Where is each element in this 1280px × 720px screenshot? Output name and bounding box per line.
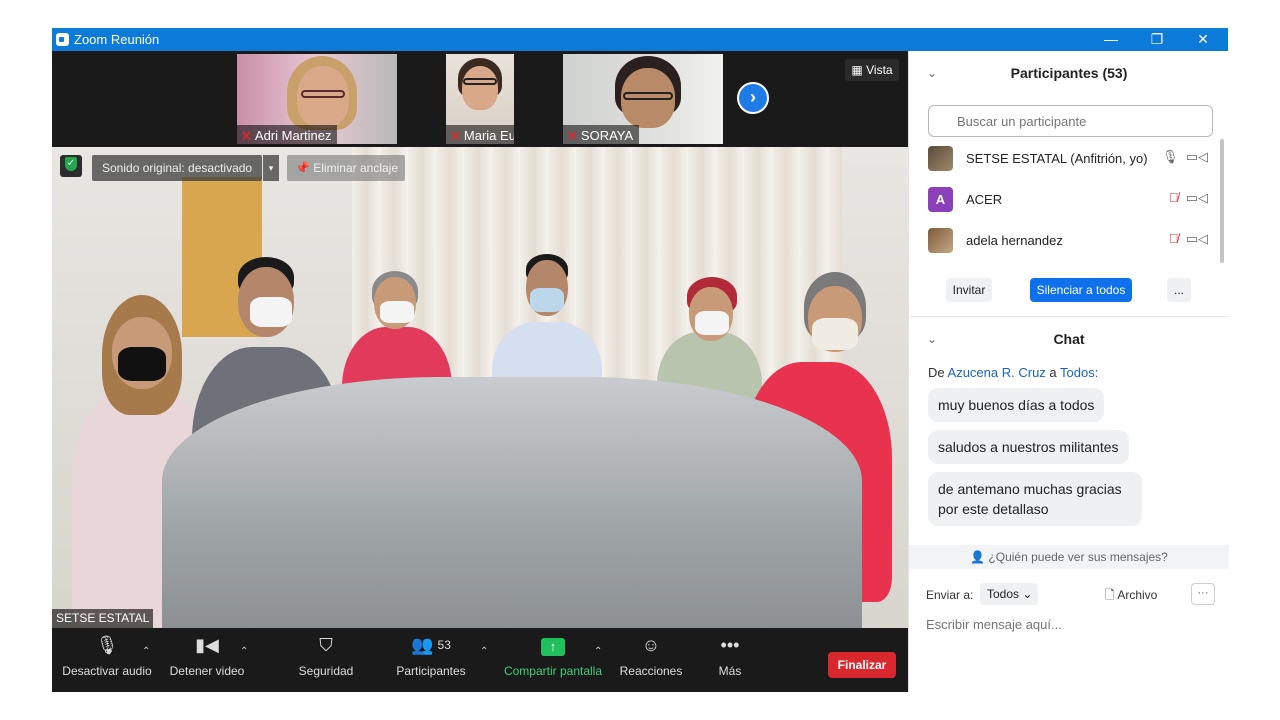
chat-sender-line: De Azucena R. Cruz a Todos: xyxy=(928,365,1099,380)
end-meeting-button[interactable]: Finalizar xyxy=(828,652,896,678)
share-options-chevron-icon[interactable]: ⌃ xyxy=(594,646,602,657)
ellipsis-icon: ••• xyxy=(720,635,740,655)
file-icon: 🗋 xyxy=(1105,588,1115,602)
divider xyxy=(909,316,1229,317)
emoji-icon: ☺ xyxy=(641,635,661,655)
main-video: Sonido original: desactivado ▾ 📌 Elimina… xyxy=(52,147,908,628)
mute-audio-button[interactable]: 🎙 Desactivar audio xyxy=(60,628,154,692)
title-bar: Zoom Reunión — ❐ ✕ xyxy=(52,28,1228,51)
participants-scrollbar[interactable] xyxy=(1220,139,1224,263)
participant-count: 53 xyxy=(437,638,451,652)
participant-thumbnail[interactable]: ⨯ SORAYA xyxy=(563,54,723,144)
restore-button[interactable]: ❐ xyxy=(1134,28,1180,51)
participant-search-input[interactable] xyxy=(928,105,1213,137)
share-screen-button[interactable]: ↑ Compartir pantalla xyxy=(500,628,606,692)
video-camera-icon: ▭◁ xyxy=(1185,190,1208,205)
participants-header[interactable]: ⌄ Participantes (53) xyxy=(909,53,1229,93)
invite-button[interactable]: Invitar xyxy=(946,278,992,302)
microphone-icon: 🎙 xyxy=(95,635,119,655)
chat-message-input[interactable] xyxy=(926,613,1216,635)
file-button[interactable]: 🗋 Archivo xyxy=(1105,586,1157,607)
avatar xyxy=(928,146,953,171)
meeting-table xyxy=(162,377,862,628)
participant-row[interactable]: adela hernandez 🎙̸ ▭◁ xyxy=(928,226,1218,254)
avatar: A xyxy=(928,187,953,212)
video-camera-icon: ▭◁ xyxy=(1185,149,1208,164)
send-to-label: Enviar a: xyxy=(926,588,974,602)
video-area: ⨯Adri Martinez ⨯Maria Eugeni... ⨯SORAYA … xyxy=(52,51,908,628)
chat-header[interactable]: ⌄ Chat xyxy=(909,319,1229,359)
more-button[interactable]: ••• Más xyxy=(708,628,752,692)
security-shield-icon[interactable] xyxy=(60,155,82,177)
mic-muted-icon: ⨯ xyxy=(450,127,461,143)
mute-all-button[interactable]: Silenciar a todos xyxy=(1030,278,1132,302)
zoom-app-icon xyxy=(56,33,69,46)
video-options-chevron-icon[interactable]: ⌃ xyxy=(240,646,248,657)
chevron-down-icon: ⌄ xyxy=(1022,587,1033,601)
original-sound-dropdown-icon[interactable]: ▾ xyxy=(263,155,279,181)
close-button[interactable]: ✕ xyxy=(1180,28,1226,51)
participants-options-chevron-icon[interactable]: ⌃ xyxy=(480,646,488,657)
chat-message: muy buenos días a todos xyxy=(928,388,1105,422)
share-arrow-icon: ↑ xyxy=(541,638,565,656)
participant-thumbnail[interactable]: ⨯Maria Eugeni... xyxy=(446,54,514,144)
thumbnail-name-bar: ⨯Maria Eugeni... xyxy=(446,125,514,144)
side-panel: ⌄ Participantes (53) ⌕ SETSE ESTATAL (An… xyxy=(908,51,1229,692)
microphone-muted-icon: 🎙̸ xyxy=(1168,231,1179,246)
video-camera-icon: ▭◁ xyxy=(1185,231,1208,246)
participants-more-button[interactable]: ... xyxy=(1167,278,1191,302)
mic-muted-icon: ⨯ xyxy=(567,127,578,143)
video-camera-icon: ▮◀ xyxy=(195,635,219,655)
original-sound-button[interactable]: Sonido original: desactivado xyxy=(92,155,262,181)
avatar xyxy=(928,228,953,253)
security-button[interactable]: ⛉ Seguridad xyxy=(292,628,360,692)
zoom-window: Zoom Reunión — ❐ ✕ ⨯ Adri Martinez ⨯ Maria… xyxy=(52,28,1229,692)
participant-row[interactable]: A ACER 🎙̸ ▭◁ xyxy=(928,185,1218,213)
mic-muted-icon: ⨯ xyxy=(241,127,252,143)
thumbnail-name-bar: ⨯ SORAYA xyxy=(563,125,640,144)
microphone-icon: 🎙 xyxy=(1161,149,1179,164)
audio-options-chevron-icon[interactable]: ⌃ xyxy=(142,646,150,657)
shield-icon: ⛉ xyxy=(319,635,333,655)
speaker-name: SETSE ESTATAL xyxy=(52,609,154,628)
person-icon: 👤 xyxy=(970,550,986,564)
unpin-button[interactable]: 📌 Eliminar anclaje xyxy=(287,155,405,181)
minimize-button[interactable]: — xyxy=(1088,28,1134,51)
participants-button[interactable]: 👥 53 Participantes xyxy=(390,628,472,692)
send-to-select[interactable]: Todos ⌄ xyxy=(980,583,1038,605)
participant-row[interactable]: SETSE ESTATAL (Anfitrión, yo) 🎙 ▭◁ xyxy=(928,144,1218,172)
view-button[interactable]: ▦ Vista xyxy=(845,59,899,81)
pin-icon: 📌 xyxy=(295,161,310,175)
reactions-button[interactable]: ☺ Reacciones xyxy=(616,628,686,692)
chat-message: saludos a nuestros militantes xyxy=(928,430,1129,464)
grid-icon: ▦ xyxy=(851,63,863,77)
sender-name[interactable]: Azucena R. Cruz xyxy=(948,365,1046,380)
thumbnail-name-bar: ⨯ Adri Martinez xyxy=(237,125,338,144)
stop-video-button[interactable]: ▮◀ Detener video xyxy=(166,628,248,692)
chat-more-button[interactable]: ··· xyxy=(1191,583,1215,605)
window-title: Zoom Reunión xyxy=(74,32,160,47)
meeting-toolbar: 🎙 Desactivar audio ⌃ ▮◀ Detener video ⌃ … xyxy=(52,628,908,692)
people-icon: 👥 53 xyxy=(411,635,451,655)
chevron-down-icon[interactable]: ⌄ xyxy=(927,319,937,359)
recipient-name: Todos: xyxy=(1060,365,1099,380)
microphone-muted-icon: 🎙̸ xyxy=(1168,190,1179,205)
who-can-see-link[interactable]: 👤 ¿Quién puede ver sus mensajes? xyxy=(909,545,1229,569)
next-page-button[interactable]: › xyxy=(737,82,769,114)
chat-message: de antemano muchas gracias por este deta… xyxy=(928,472,1142,526)
participant-thumbnail[interactable]: ⨯ Adri Martinez xyxy=(237,54,397,144)
chevron-down-icon[interactable]: ⌄ xyxy=(927,53,937,93)
thumbnail-strip: ⨯Adri Martinez ⨯Maria Eugeni... ⨯SORAYA … xyxy=(52,51,908,147)
